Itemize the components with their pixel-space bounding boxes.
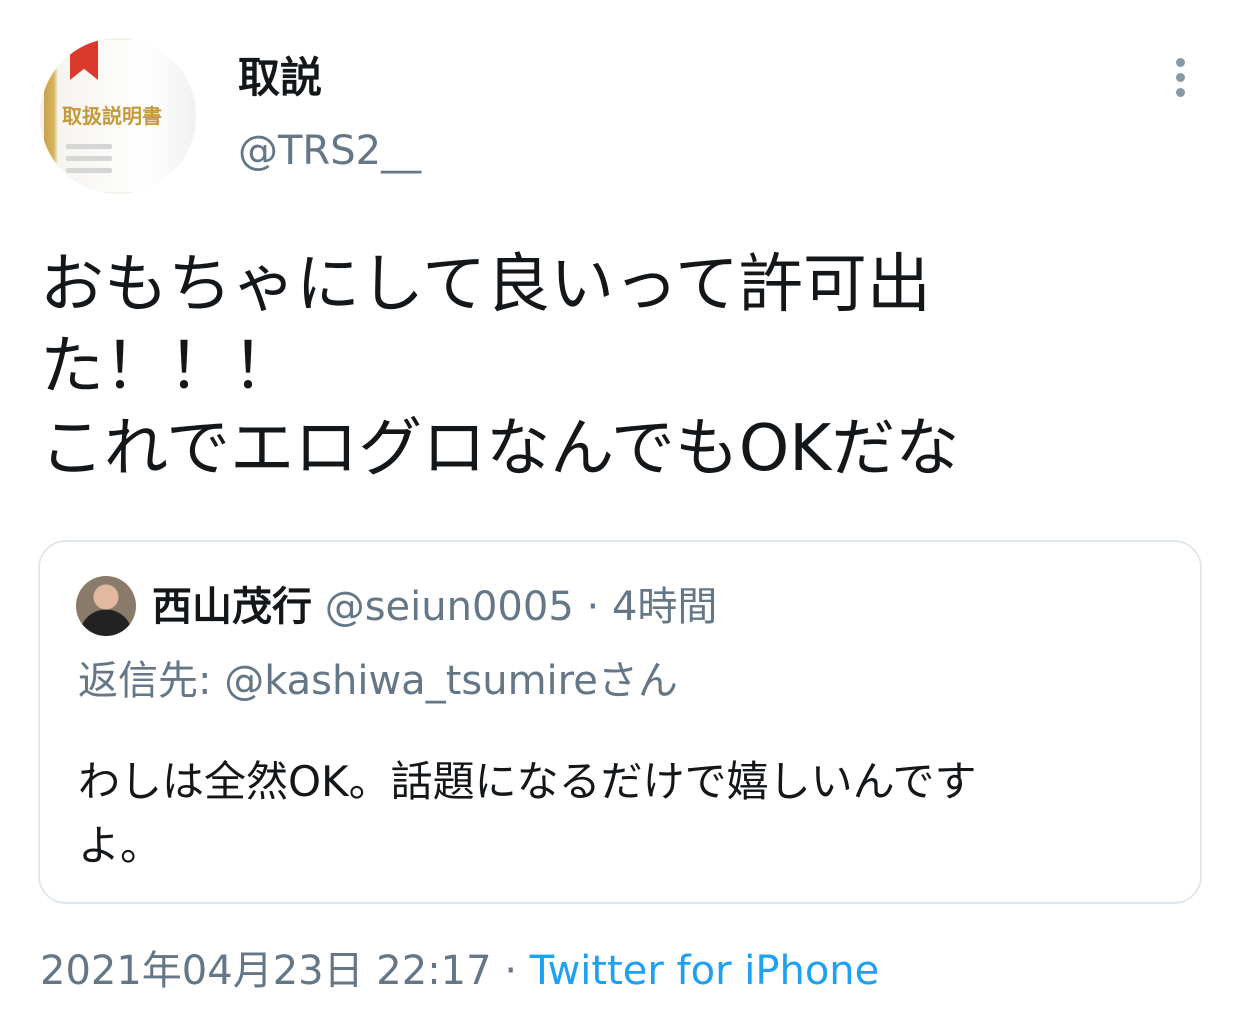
tweet-timestamp[interactable]: 2021年04月23日 22:17: [40, 948, 492, 994]
quoted-timestamp: 4時間: [611, 584, 718, 630]
tweet-source-link[interactable]: Twitter for iPhone: [530, 948, 880, 994]
quoted-separator: ·: [586, 584, 600, 630]
dot: [1176, 58, 1185, 67]
quoted-tweet-card[interactable]: 西山茂行 @seiun0005 · 4時間 返信先: @kashiwa_tsum…: [38, 540, 1202, 904]
tweet-footer: 2021年04月23日 22:17 · Twitter for iPhone: [40, 944, 879, 998]
tweet-text-line: これでエログロなんでもOKだな: [40, 412, 960, 486]
author-handle[interactable]: @TRS2__: [238, 128, 421, 174]
quoted-text-line: わしは全然OK。話題になるだけで嬉しいんです: [78, 757, 977, 806]
quoted-text-line: よ。: [78, 821, 163, 870]
quoted-handle: @seiun0005: [324, 584, 574, 630]
vertical-ellipsis-icon[interactable]: [1170, 56, 1192, 100]
tweet: 取扱説明書 取説 @TRS2__ おもちゃにして良いって許可出 た！！！ これで…: [0, 0, 1241, 1024]
quoted-avatar: [76, 576, 136, 636]
author-display-name[interactable]: 取説: [238, 44, 322, 105]
avatar-line: [66, 144, 112, 149]
avatar-line: [66, 168, 112, 173]
quoted-text: わしは全然OK。話題になるだけで嬉しいんです よ。: [78, 750, 1158, 878]
dot: [1176, 73, 1185, 82]
avatar-line: [66, 156, 112, 161]
author-avatar[interactable]: 取扱説明書: [40, 38, 196, 194]
tweet-text: おもちゃにして良いって許可出 た！！！ これでエログロなんでもOKだな: [40, 244, 1040, 490]
book-icon: 取扱説明書: [44, 40, 196, 192]
tweet-text-line: おもちゃにして良いって許可出: [40, 248, 931, 322]
avatar-logo-text: 取扱説明書: [62, 104, 162, 128]
quoted-header: 西山茂行 @seiun0005 · 4時間: [152, 580, 717, 634]
bookmark-ribbon-icon: [70, 40, 98, 80]
dot: [1176, 88, 1185, 97]
quoted-reply-to: 返信先: @kashiwa_tsumireさん: [78, 658, 678, 704]
tweet-text-line: た！！！: [40, 330, 296, 404]
quoted-display-name: 西山茂行: [152, 584, 312, 630]
footer-separator: ·: [504, 948, 518, 994]
